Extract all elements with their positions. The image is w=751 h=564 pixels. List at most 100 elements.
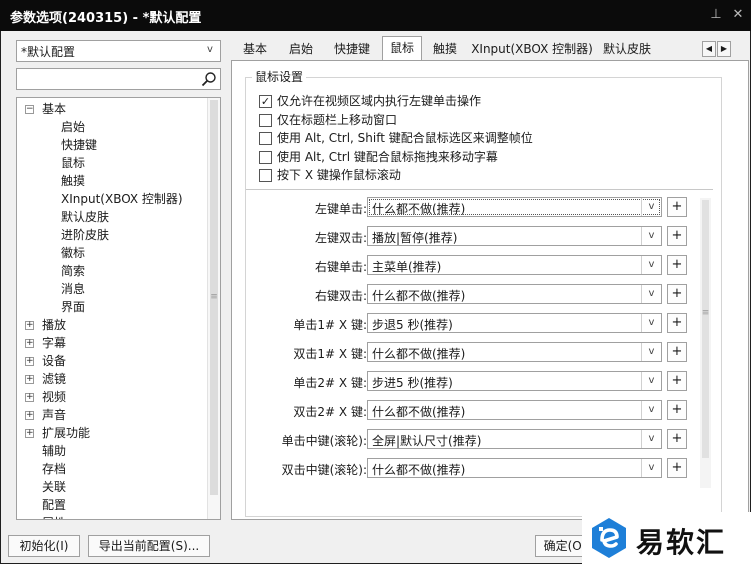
checkbox-icon[interactable]: [259, 113, 272, 127]
checkbox-icon[interactable]: [259, 150, 272, 164]
tree-item[interactable]: 消息: [61, 280, 85, 298]
checkbox-icon[interactable]: [259, 169, 272, 183]
add-action-button[interactable]: +: [667, 458, 687, 478]
mouse-actions-list: 左键单击: 什么都不做(推荐) v + 左键双击: 播放|暂停(推荐) v + 右键单击: 主菜单…: [246, 192, 700, 519]
tree-item[interactable]: 默认皮肤: [61, 208, 109, 226]
add-action-button[interactable]: +: [667, 255, 687, 275]
expand-icon[interactable]: +: [25, 357, 34, 366]
action-select-value: 步进5 秒(推荐): [372, 376, 453, 390]
chevron-down-icon: v: [641, 314, 661, 332]
category-tree[interactable]: ≡ − 基本 启始 快捷键 鼠标 触摸 XInput(XBOX 控制器) 默认皮肤 进阶皮肤 徽标…: [16, 97, 221, 520]
checkmark-icon[interactable]: ✓: [259, 95, 272, 108]
tree-item[interactable]: 界面: [61, 298, 85, 316]
expand-icon[interactable]: +: [25, 393, 34, 402]
expand-icon[interactable]: +: [25, 429, 34, 438]
action-select[interactable]: 什么都不做(推荐) v: [367, 458, 662, 478]
tab-scroll-left-icon[interactable]: ◀: [702, 41, 716, 57]
tree-item[interactable]: 辅助: [42, 442, 66, 460]
tree-item[interactable]: 启始: [61, 118, 85, 136]
tree-item[interactable]: 扩展功能: [42, 424, 90, 442]
close-icon[interactable]: ✕: [729, 6, 747, 24]
logo-icon: [592, 518, 626, 558]
action-label: 右键双击:: [314, 289, 367, 303]
action-select-value: 什么都不做(推荐): [372, 463, 466, 477]
chevron-down-icon: v: [641, 430, 661, 448]
add-action-button[interactable]: +: [667, 284, 687, 304]
tree-item[interactable]: 设备: [42, 352, 66, 370]
search-input[interactable]: [16, 68, 221, 90]
add-action-button[interactable]: +: [667, 400, 687, 420]
search-icon[interactable]: [201, 71, 217, 87]
checkbox-icon[interactable]: [259, 132, 272, 146]
tab-6[interactable]: 默认皮肤: [598, 38, 656, 60]
watermark-text: 易软汇: [636, 526, 727, 559]
add-action-button[interactable]: +: [667, 429, 687, 449]
expand-icon[interactable]: +: [25, 339, 34, 348]
reset-button[interactable]: 初始化(I): [8, 535, 80, 557]
expand-icon[interactable]: +: [25, 321, 34, 330]
tree-item[interactable]: 属性: [42, 514, 66, 519]
action-select[interactable]: 主菜单(推荐) v: [367, 255, 662, 275]
action-select-value: 主菜单(推荐): [372, 260, 442, 274]
add-action-button[interactable]: +: [667, 313, 687, 333]
action-select-value: 什么都不做(推荐): [372, 405, 466, 419]
tab-4[interactable]: 触摸: [424, 38, 466, 60]
tab-0[interactable]: 基本: [232, 38, 278, 60]
tree-item[interactable]: 触摸: [61, 172, 85, 190]
tree-item[interactable]: 视频: [42, 388, 66, 406]
expand-icon[interactable]: +: [25, 411, 34, 420]
tree-item[interactable]: 播放: [42, 316, 66, 334]
tree-item[interactable]: 配置: [42, 496, 66, 514]
tree-item[interactable]: 滤镜: [42, 370, 66, 388]
tab-scroll-right-icon[interactable]: ▶: [717, 41, 731, 57]
chevron-down-icon: v: [207, 44, 213, 55]
tree-item[interactable]: 关联: [42, 478, 66, 496]
tree-item[interactable]: 基本: [42, 100, 66, 118]
add-action-button[interactable]: +: [667, 371, 687, 391]
title-bar: 参数选项(240315) - *默认配置 ⊥ ✕: [0, 0, 751, 31]
expand-icon[interactable]: +: [25, 375, 34, 384]
add-action-button[interactable]: +: [667, 226, 687, 246]
tree-item[interactable]: 存档: [42, 460, 66, 478]
tree-item[interactable]: 鼠标: [61, 154, 85, 172]
collapse-icon[interactable]: −: [25, 105, 34, 114]
action-select-value: 什么都不做(推荐): [372, 289, 466, 303]
tab-2[interactable]: 快捷键: [324, 38, 380, 60]
tab-5[interactable]: XInput(XBOX 控制器): [468, 38, 596, 60]
tree-item[interactable]: 字幕: [42, 334, 66, 352]
tree-item[interactable]: XInput(XBOX 控制器): [61, 190, 183, 208]
chevron-down-icon: v: [641, 372, 661, 390]
export-config-button[interactable]: 导出当前配置(S)...: [88, 535, 210, 557]
settings-scrollbar-thumb[interactable]: [702, 200, 709, 458]
action-select-value: 什么都不做(推荐): [372, 347, 466, 361]
group-title: 鼠标设置: [252, 68, 307, 85]
tab-1[interactable]: 启始: [280, 38, 322, 60]
chevron-down-icon: v: [641, 227, 661, 245]
tab-3[interactable]: 鼠标: [382, 36, 422, 60]
action-select[interactable]: 步进5 秒(推荐) v: [367, 371, 662, 391]
action-select-value: 全屏|默认尺寸(推荐): [372, 434, 482, 448]
action-select[interactable]: 什么都不做(推荐) v: [367, 342, 662, 362]
action-select[interactable]: 什么都不做(推荐) v: [367, 284, 662, 304]
action-select[interactable]: 步退5 秒(推荐) v: [367, 313, 662, 333]
add-action-button[interactable]: +: [667, 342, 687, 362]
chevron-down-icon: v: [641, 343, 661, 361]
action-select-value: 播放|暂停(推荐): [372, 231, 458, 245]
tree-item[interactable]: 徽标: [61, 244, 85, 262]
action-select[interactable]: 什么都不做(推荐) v: [367, 400, 662, 420]
tree-item[interactable]: 声音: [42, 406, 66, 424]
action-select[interactable]: 播放|暂停(推荐) v: [367, 226, 662, 246]
action-select[interactable]: 什么都不做(推荐) v: [367, 197, 662, 217]
action-select-value: 步退5 秒(推荐): [372, 318, 453, 332]
tree-item[interactable]: 简索: [61, 262, 85, 280]
tree-scrollbar[interactable]: ≡: [207, 98, 220, 519]
action-label: 左键单击:: [314, 202, 367, 216]
pin-icon[interactable]: ⊥: [707, 6, 725, 24]
tree-item[interactable]: 进阶皮肤: [61, 226, 109, 244]
action-select[interactable]: 全屏|默认尺寸(推荐) v: [367, 429, 662, 449]
profile-select[interactable]: *默认配置 v: [16, 40, 221, 62]
action-label: 双击1# X 键:: [293, 347, 367, 361]
tree-item[interactable]: 快捷键: [61, 136, 97, 154]
add-action-button[interactable]: +: [667, 197, 687, 217]
settings-scrollbar[interactable]: ≡: [700, 198, 711, 488]
